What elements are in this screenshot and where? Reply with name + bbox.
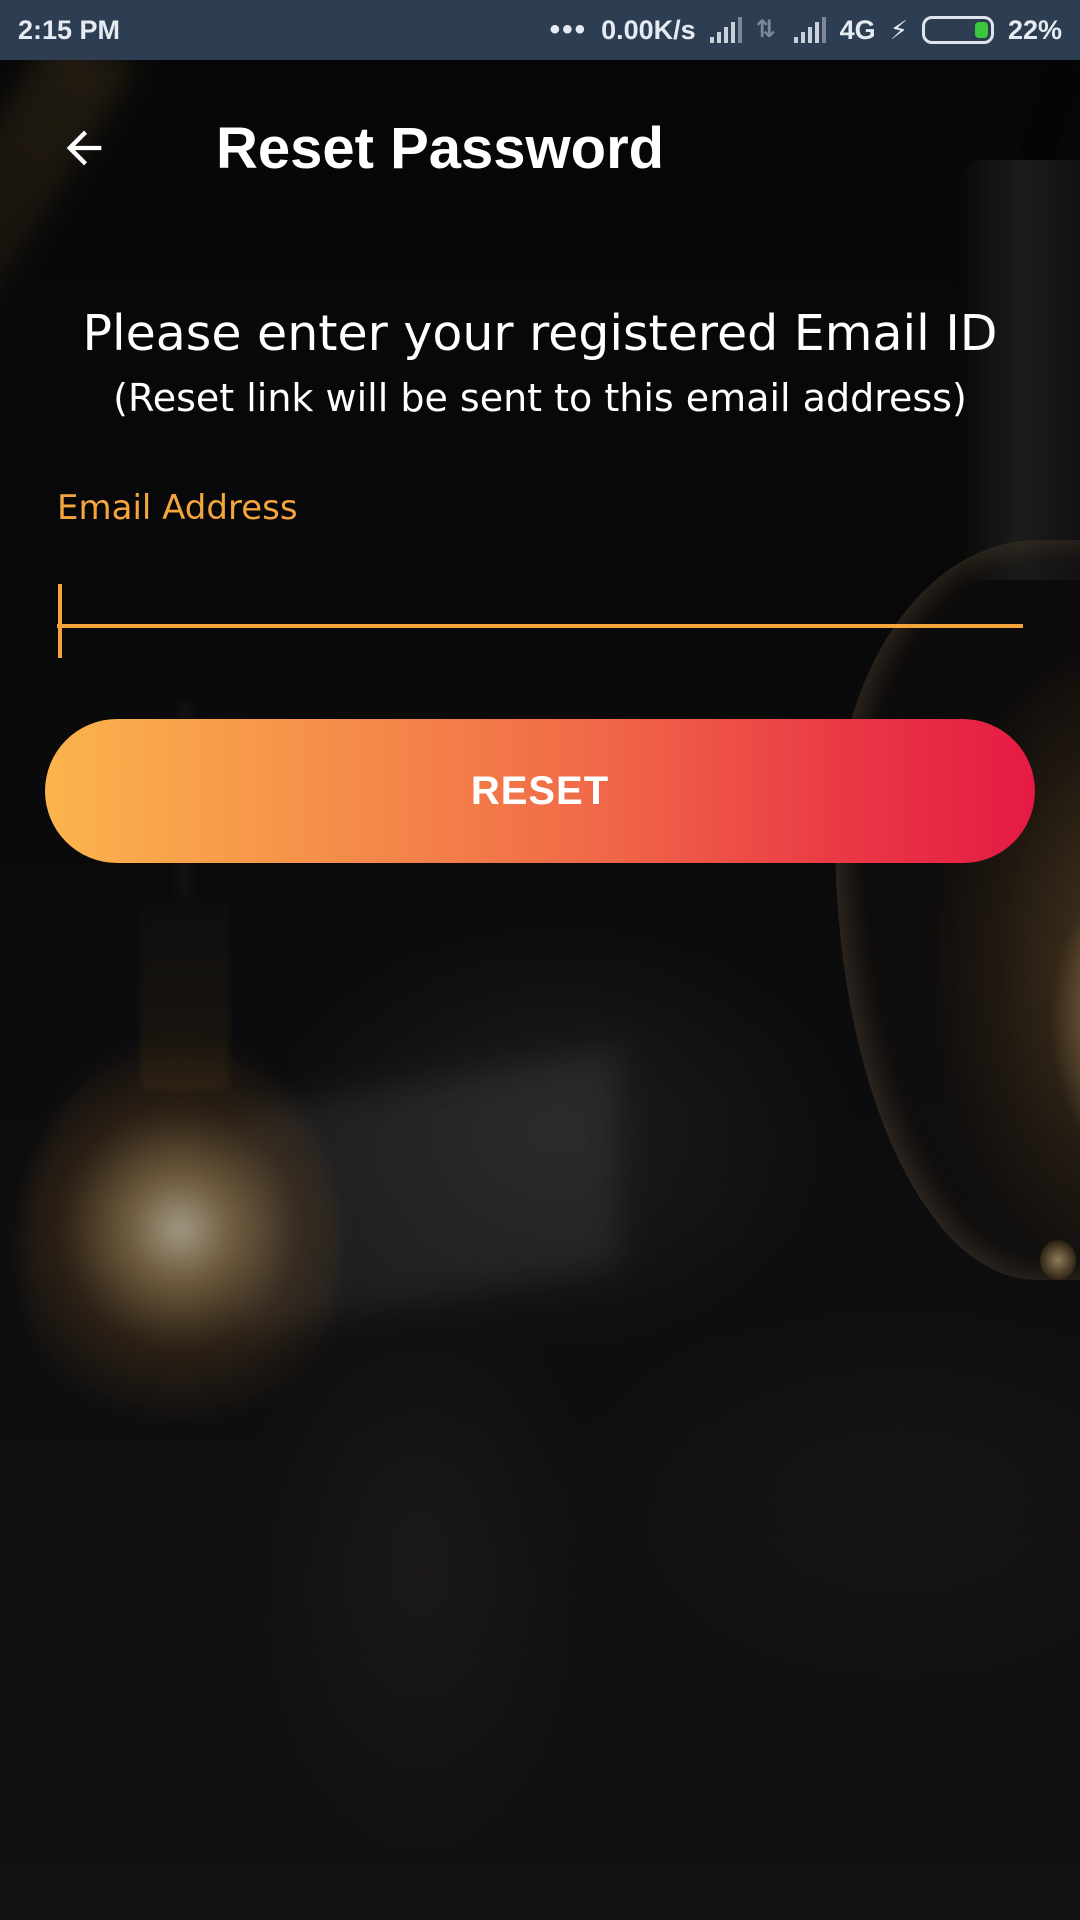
status-bar: 2:15 PM ••• 0.00K/s ⇅ 4G ⚡ 22% <box>0 0 1080 60</box>
background-photo <box>0 0 1080 1920</box>
app-header: Reset Password <box>0 60 1080 230</box>
battery-percent: 22% <box>1007 14 1062 45</box>
more-indicator-icon: ••• <box>549 13 588 46</box>
battery-fill <box>974 22 988 38</box>
instructions-main: Please enter your registered Email ID <box>82 305 998 362</box>
battery-icon <box>921 16 994 44</box>
reset-password-screen: 2:15 PM ••• 0.00K/s ⇅ 4G ⚡ 22% Reset Pas… <box>0 0 1080 1920</box>
background-dim-overlay <box>0 0 1080 1920</box>
email-field-group: Email Address <box>57 488 1023 658</box>
email-field[interactable] <box>57 546 1023 628</box>
instructions-sub: (Reset link will be sent to this email a… <box>113 376 967 420</box>
back-button[interactable] <box>48 112 120 184</box>
network-type: 4G <box>839 14 876 45</box>
email-field-label: Email Address <box>57 488 298 528</box>
arrow-left-icon <box>66 130 102 166</box>
signal-icon <box>793 17 826 43</box>
instructions: Please enter your registered Email ID (R… <box>0 305 1080 420</box>
status-icons: ••• 0.00K/s ⇅ 4G ⚡ 22% <box>550 13 1062 47</box>
net-speed: 0.00K/s <box>601 14 696 45</box>
reset-button[interactable]: RESET <box>45 719 1035 863</box>
page-title: Reset Password <box>216 116 665 181</box>
charging-icon: ⚡ <box>889 14 908 45</box>
status-time: 2:15 PM <box>18 14 121 45</box>
data-arrows-icon: ⇅ <box>755 16 776 43</box>
text-cursor <box>58 584 62 658</box>
signal-icon <box>709 17 742 43</box>
